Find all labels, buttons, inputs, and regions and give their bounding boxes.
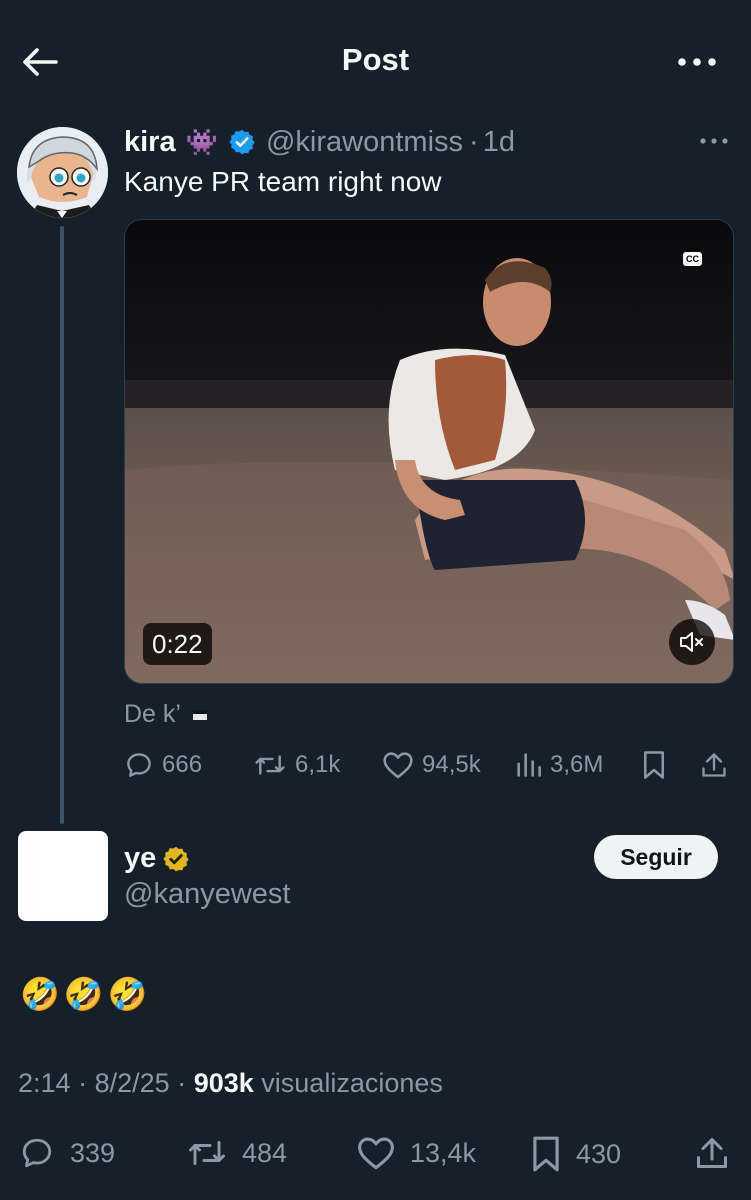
bookmark-button[interactable]: 430 [530, 1135, 621, 1173]
bookmark-icon [641, 750, 667, 780]
share-icon [700, 750, 728, 780]
heart-icon [382, 750, 414, 780]
reply-icon [18, 1135, 56, 1171]
avatar[interactable] [17, 127, 108, 218]
timestamp[interactable]: 1d [483, 126, 515, 159]
thread-connector-line [60, 226, 64, 824]
like-button[interactable]: 94,5k [382, 750, 481, 780]
translation-note: De k’ [124, 700, 207, 729]
video-player[interactable] [124, 219, 734, 684]
share-icon [694, 1135, 730, 1171]
share-button[interactable] [694, 1135, 730, 1171]
follow-button[interactable]: Seguir [594, 835, 718, 879]
separator: · [469, 125, 479, 158]
post-text: Kanye PR team right now [124, 166, 442, 197]
avatar[interactable] [18, 831, 108, 921]
verified-badge-icon [228, 128, 256, 156]
analytics-icon [514, 750, 542, 780]
author-name[interactable]: kira [124, 126, 176, 159]
bookmark-icon [530, 1135, 562, 1173]
view-count: 3,6M [550, 751, 604, 778]
flag-icon [192, 709, 207, 720]
views-button[interactable]: 3,6M [514, 750, 603, 780]
heart-icon [356, 1135, 396, 1171]
separator: · [177, 1068, 187, 1098]
repost-button[interactable]: 484 [186, 1135, 287, 1171]
post-meta: 2:14 · 8/2/25 · 903k visualizaciones [18, 1068, 443, 1099]
like-button[interactable]: 13,4k [356, 1135, 476, 1171]
more-options-button[interactable] [672, 40, 722, 84]
repost-icon [186, 1135, 228, 1171]
verified-gold-badge-icon [162, 845, 190, 873]
captions-button[interactable]: CC [683, 252, 702, 266]
repost-button[interactable]: 6,1k [253, 750, 340, 780]
share-button[interactable] [700, 750, 728, 780]
author-handle[interactable]: @kanyewest [124, 878, 290, 911]
reply-button[interactable]: 666 [124, 750, 202, 780]
like-count: 13,4k [410, 1137, 477, 1168]
video-frame [125, 220, 733, 683]
reply-icon [124, 750, 154, 780]
bookmark-button[interactable] [641, 750, 667, 780]
reply-button[interactable]: 339 [18, 1135, 115, 1171]
author-emoji: 👾 [185, 126, 218, 157]
ellipsis-icon [678, 58, 716, 66]
bookmark-count: 430 [576, 1138, 622, 1169]
quoted-post-header: kira 👾 @kirawontmiss · 1d [124, 124, 515, 160]
reply-count: 666 [162, 751, 203, 778]
views-label: visualizaciones [261, 1068, 443, 1098]
ellipsis-icon [700, 138, 728, 144]
author-handle[interactable]: @kirawontmiss [266, 126, 463, 159]
page-title: Post [341, 42, 410, 77]
video-duration: 0:22 [143, 623, 212, 665]
mute-button[interactable] [669, 619, 715, 665]
separator: · [78, 1068, 88, 1098]
repost-icon [253, 750, 287, 780]
author-name[interactable]: ye [124, 842, 156, 875]
repost-count: 6,1k [295, 751, 341, 778]
post-date[interactable]: 8/2/25 [95, 1068, 170, 1098]
post-time[interactable]: 2:14 [18, 1068, 71, 1098]
author-name-row: ye [124, 842, 190, 875]
translation-text: De k’ [124, 700, 181, 728]
volume-muted-icon [679, 631, 705, 653]
post-more-options-button[interactable] [694, 128, 734, 154]
repost-count: 484 [242, 1137, 288, 1168]
post-text: 🤣🤣🤣 [20, 976, 152, 1012]
reply-count: 339 [70, 1137, 116, 1168]
views-count: 903k [193, 1068, 254, 1098]
like-count: 94,5k [422, 751, 481, 778]
